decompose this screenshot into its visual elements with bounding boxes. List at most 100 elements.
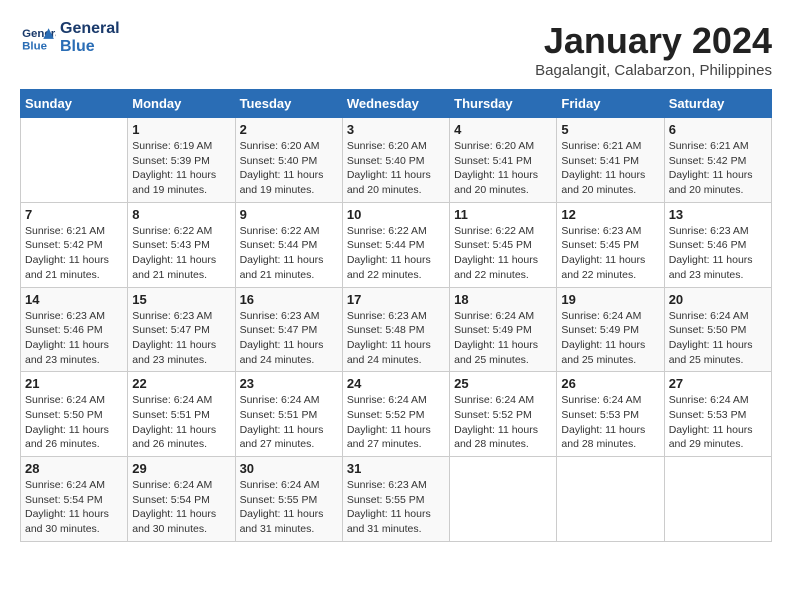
day-info: Sunrise: 6:23 AMSunset: 5:55 PMDaylight:… [347, 478, 445, 537]
day-info: Sunrise: 6:23 AMSunset: 5:48 PMDaylight:… [347, 309, 445, 368]
calendar-cell: 26Sunrise: 6:24 AMSunset: 5:53 PMDayligh… [557, 372, 664, 457]
calendar-cell: 20Sunrise: 6:24 AMSunset: 5:50 PMDayligh… [664, 287, 771, 372]
subtitle: Bagalangit, Calabarzon, Philippines [535, 62, 772, 79]
day-number: 24 [347, 376, 445, 391]
day-info: Sunrise: 6:24 AMSunset: 5:49 PMDaylight:… [561, 309, 659, 368]
day-info: Sunrise: 6:20 AMSunset: 5:41 PMDaylight:… [454, 139, 552, 198]
calendar-table: SundayMondayTuesdayWednesdayThursdayFrid… [20, 89, 772, 542]
calendar-cell: 7 Sunrise: 6:21 AMSunset: 5:42 PMDaylight… [21, 202, 128, 287]
calendar-cell: 1 Sunrise: 6:19 AMSunset: 5:39 PMDaylight… [128, 118, 235, 203]
day-info: Sunrise: 6:24 AMSunset: 5:53 PMDaylight:… [669, 393, 767, 452]
calendar-cell: 29 Sunrise: 6:24 AMSunset: 5:54 PMDayligh… [128, 457, 235, 542]
day-info: Sunrise: 6:22 AMSunset: 5:43 PMDaylight:… [132, 224, 230, 283]
calendar-cell: 16 Sunrise: 6:23 AMSunset: 5:47 PMDayligh… [235, 287, 342, 372]
day-number: 8 [132, 207, 230, 222]
title-area: January 2024 Bagalangit, Calabarzon, Phi… [535, 20, 772, 79]
day-info: Sunrise: 6:23 AMSunset: 5:47 PMDaylight:… [132, 309, 230, 368]
day-number: 26 [561, 376, 659, 391]
logo-icon: General Blue [20, 23, 56, 53]
day-number: 7 [25, 207, 123, 222]
day-number: 22 [132, 376, 230, 391]
day-info: Sunrise: 6:24 AMSunset: 5:51 PMDaylight:… [240, 393, 338, 452]
day-number: 15 [132, 292, 230, 307]
day-number: 18 [454, 292, 552, 307]
header: General Blue General Blue January 2024 B… [20, 20, 772, 79]
calendar-cell: 17 Sunrise: 6:23 AMSunset: 5:48 PMDayligh… [342, 287, 449, 372]
calendar-cell: 19Sunrise: 6:24 AMSunset: 5:49 PMDayligh… [557, 287, 664, 372]
svg-text:Blue: Blue [22, 40, 47, 52]
day-info: Sunrise: 6:23 AMSunset: 5:45 PMDaylight:… [561, 224, 659, 283]
day-number: 2 [240, 122, 338, 137]
calendar-cell: 5 Sunrise: 6:21 AMSunset: 5:41 PMDaylight… [557, 118, 664, 203]
calendar-cell: 2Sunrise: 6:20 AMSunset: 5:40 PMDaylight… [235, 118, 342, 203]
day-number: 1 [132, 122, 230, 137]
day-number: 17 [347, 292, 445, 307]
calendar-cell: 24 Sunrise: 6:24 AMSunset: 5:52 PMDayligh… [342, 372, 449, 457]
calendar-cell: 11 Sunrise: 6:22 AMSunset: 5:45 PMDayligh… [450, 202, 557, 287]
day-info: Sunrise: 6:24 AMSunset: 5:52 PMDaylight:… [347, 393, 445, 452]
header-day-sunday: Sunday [21, 90, 128, 118]
logo: General Blue General Blue [20, 20, 120, 55]
day-info: Sunrise: 6:20 AMSunset: 5:40 PMDaylight:… [347, 139, 445, 198]
day-info: Sunrise: 6:24 AMSunset: 5:52 PMDaylight:… [454, 393, 552, 452]
calendar-cell: 25 Sunrise: 6:24 AMSunset: 5:52 PMDayligh… [450, 372, 557, 457]
calendar-cell: 10 Sunrise: 6:22 AMSunset: 5:44 PMDayligh… [342, 202, 449, 287]
day-number: 13 [669, 207, 767, 222]
day-number: 4 [454, 122, 552, 137]
week-row-4: 21 Sunrise: 6:24 AMSunset: 5:50 PMDayligh… [21, 372, 772, 457]
day-info: Sunrise: 6:24 AMSunset: 5:54 PMDaylight:… [25, 478, 123, 537]
logo-line1: General [60, 20, 120, 38]
calendar-cell [664, 457, 771, 542]
day-info: Sunrise: 6:21 AMSunset: 5:41 PMDaylight:… [561, 139, 659, 198]
day-info: Sunrise: 6:24 AMSunset: 5:55 PMDaylight:… [240, 478, 338, 537]
calendar-cell: 12 Sunrise: 6:23 AMSunset: 5:45 PMDayligh… [557, 202, 664, 287]
day-info: Sunrise: 6:24 AMSunset: 5:54 PMDaylight:… [132, 478, 230, 537]
calendar-header-row: SundayMondayTuesdayWednesdayThursdayFrid… [21, 90, 772, 118]
day-info: Sunrise: 6:21 AMSunset: 5:42 PMDaylight:… [669, 139, 767, 198]
day-number: 31 [347, 461, 445, 476]
week-row-1: 1 Sunrise: 6:19 AMSunset: 5:39 PMDaylight… [21, 118, 772, 203]
day-number: 5 [561, 122, 659, 137]
header-day-tuesday: Tuesday [235, 90, 342, 118]
day-info: Sunrise: 6:24 AMSunset: 5:50 PMDaylight:… [669, 309, 767, 368]
day-info: Sunrise: 6:22 AMSunset: 5:45 PMDaylight:… [454, 224, 552, 283]
day-number: 25 [454, 376, 552, 391]
header-day-friday: Friday [557, 90, 664, 118]
header-day-monday: Monday [128, 90, 235, 118]
day-number: 21 [25, 376, 123, 391]
day-info: Sunrise: 6:24 AMSunset: 5:51 PMDaylight:… [132, 393, 230, 452]
calendar-cell: 22 Sunrise: 6:24 AMSunset: 5:51 PMDayligh… [128, 372, 235, 457]
day-number: 29 [132, 461, 230, 476]
calendar-cell: 15 Sunrise: 6:23 AMSunset: 5:47 PMDayligh… [128, 287, 235, 372]
day-info: Sunrise: 6:19 AMSunset: 5:39 PMDaylight:… [132, 139, 230, 198]
day-number: 10 [347, 207, 445, 222]
logo-line2: Blue [60, 38, 120, 56]
day-number: 16 [240, 292, 338, 307]
calendar-cell: 31 Sunrise: 6:23 AMSunset: 5:55 PMDayligh… [342, 457, 449, 542]
calendar-cell: 13 Sunrise: 6:23 AMSunset: 5:46 PMDayligh… [664, 202, 771, 287]
calendar-cell: 23 Sunrise: 6:24 AMSunset: 5:51 PMDayligh… [235, 372, 342, 457]
day-info: Sunrise: 6:23 AMSunset: 5:46 PMDaylight:… [669, 224, 767, 283]
day-number: 12 [561, 207, 659, 222]
day-number: 30 [240, 461, 338, 476]
day-info: Sunrise: 6:21 AMSunset: 5:42 PMDaylight:… [25, 224, 123, 283]
day-number: 27 [669, 376, 767, 391]
week-row-2: 7 Sunrise: 6:21 AMSunset: 5:42 PMDaylight… [21, 202, 772, 287]
day-info: Sunrise: 6:24 AMSunset: 5:49 PMDaylight:… [454, 309, 552, 368]
calendar-cell: 3 Sunrise: 6:20 AMSunset: 5:40 PMDaylight… [342, 118, 449, 203]
day-number: 9 [240, 207, 338, 222]
day-info: Sunrise: 6:22 AMSunset: 5:44 PMDaylight:… [347, 224, 445, 283]
calendar-cell: 27 Sunrise: 6:24 AMSunset: 5:53 PMDayligh… [664, 372, 771, 457]
calendar-cell [557, 457, 664, 542]
calendar-cell: 9Sunrise: 6:22 AMSunset: 5:44 PMDaylight… [235, 202, 342, 287]
day-info: Sunrise: 6:23 AMSunset: 5:46 PMDaylight:… [25, 309, 123, 368]
day-number: 23 [240, 376, 338, 391]
calendar-cell: 4 Sunrise: 6:20 AMSunset: 5:41 PMDaylight… [450, 118, 557, 203]
day-number: 11 [454, 207, 552, 222]
calendar-cell: 8 Sunrise: 6:22 AMSunset: 5:43 PMDaylight… [128, 202, 235, 287]
calendar-cell: 6Sunrise: 6:21 AMSunset: 5:42 PMDaylight… [664, 118, 771, 203]
day-number: 3 [347, 122, 445, 137]
day-info: Sunrise: 6:23 AMSunset: 5:47 PMDaylight:… [240, 309, 338, 368]
day-info: Sunrise: 6:24 AMSunset: 5:50 PMDaylight:… [25, 393, 123, 452]
calendar-cell [21, 118, 128, 203]
